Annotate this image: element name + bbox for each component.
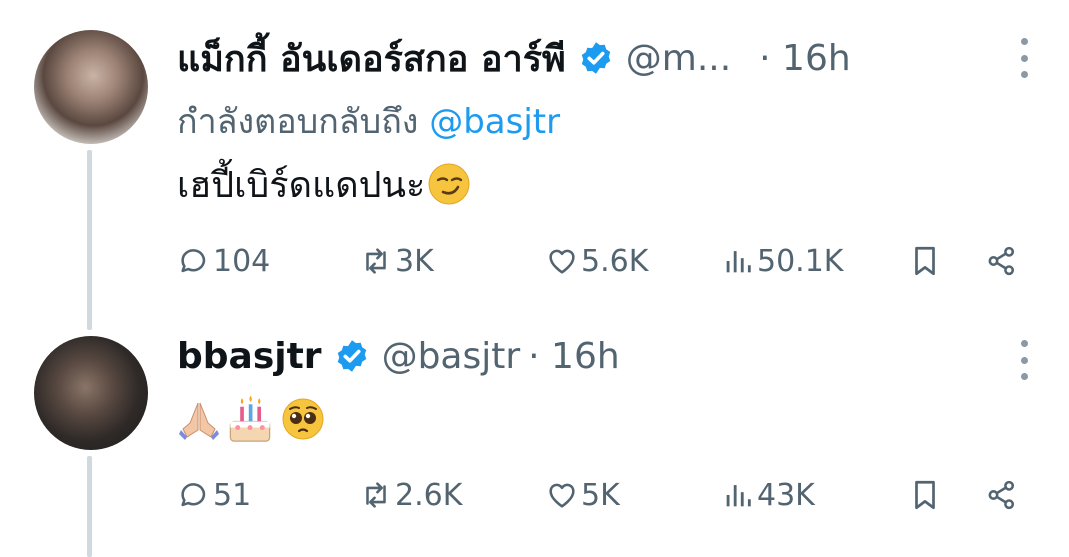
view-count: 50.1K <box>757 243 844 279</box>
views-icon <box>726 251 751 273</box>
tweet-text-content: เฮปี้เบิร์ดแดปนะ <box>177 164 426 206</box>
timestamp[interactable]: · 16h <box>759 38 851 79</box>
display-name[interactable]: bbasjtr <box>177 336 322 377</box>
share-icon <box>988 480 1015 510</box>
share-button[interactable] <box>985 236 1021 286</box>
repost-button[interactable]: 3K <box>359 236 434 286</box>
reply-button[interactable]: 51 <box>177 470 251 520</box>
like-count: 5K <box>581 477 620 513</box>
more-options-icon[interactable] <box>1016 340 1032 380</box>
share-button[interactable] <box>985 470 1021 520</box>
reply-prefix: กำลังตอบกลับถึง <box>177 102 419 142</box>
tweet-header: bbasjtr @basjtr · 16h <box>177 334 620 378</box>
share-icon <box>988 246 1015 276</box>
repost-button[interactable]: 2.6K <box>359 470 462 520</box>
reply-icon <box>181 483 206 507</box>
repost-count: 2.6K <box>395 477 463 513</box>
avatar[interactable] <box>34 30 148 144</box>
reply-count: 51 <box>213 477 252 513</box>
repost-icon <box>366 482 386 508</box>
display-name[interactable]: แม็กกี้ อันเดอร์สกอ อาร์พี <box>177 30 566 87</box>
thread-line <box>87 456 92 557</box>
folded-hands-icon <box>179 402 219 440</box>
tweet-2[interactable]: bbasjtr @basjtr · 16h 51 2.6K 5K 43K <box>0 300 1069 557</box>
timestamp[interactable]: · 16h <box>528 336 620 377</box>
avatar[interactable] <box>34 336 148 450</box>
bookmark-icon <box>915 246 935 276</box>
tweet-header: แม็กกี้ อันเดอร์สกอ อาร์พี @m... · 16h <box>177 36 851 80</box>
repost-count: 3K <box>395 243 434 279</box>
more-options-icon[interactable] <box>1016 38 1032 78</box>
repost-icon <box>366 248 386 274</box>
tweet-1[interactable]: แม็กกี้ อันเดอร์สกอ อาร์พี @m... · 16h ก… <box>0 0 1069 330</box>
reply-mention-link[interactable]: @basjtr <box>429 102 560 142</box>
verified-badge-icon[interactable] <box>578 40 614 76</box>
tweet-actions: 104 3K 5.6K 50.1K <box>177 236 1037 286</box>
reply-icon <box>181 249 206 273</box>
pleading-face-icon <box>282 398 324 440</box>
smirking-face-icon <box>428 163 470 205</box>
like-count: 5.6K <box>581 243 649 279</box>
birthday-cake-icon <box>229 395 271 442</box>
heart-icon <box>549 249 575 274</box>
view-count: 43K <box>757 477 815 513</box>
bookmark-button[interactable] <box>908 236 944 286</box>
tweet-text: เฮปี้เบิร์ดแดปนะ <box>177 158 471 210</box>
verified-badge-icon[interactable] <box>334 338 370 374</box>
reply-button[interactable]: 104 <box>177 236 270 286</box>
tweet-actions: 51 2.6K 5K 43K <box>177 470 1037 520</box>
like-button[interactable]: 5.6K <box>545 236 648 286</box>
handle[interactable]: @basjtr <box>382 336 521 377</box>
heart-icon <box>549 483 575 508</box>
tweet-text <box>177 392 325 446</box>
replying-to: กำลังตอบกลับถึง @basjtr <box>177 94 560 148</box>
bookmark-button[interactable] <box>908 470 944 520</box>
views-button[interactable]: 50.1K <box>721 236 843 286</box>
like-button[interactable]: 5K <box>545 470 620 520</box>
views-icon <box>726 485 751 507</box>
views-button[interactable]: 43K <box>721 470 815 520</box>
handle[interactable]: @m... <box>626 38 731 79</box>
bookmark-icon <box>915 480 935 510</box>
reply-count: 104 <box>213 243 271 279</box>
